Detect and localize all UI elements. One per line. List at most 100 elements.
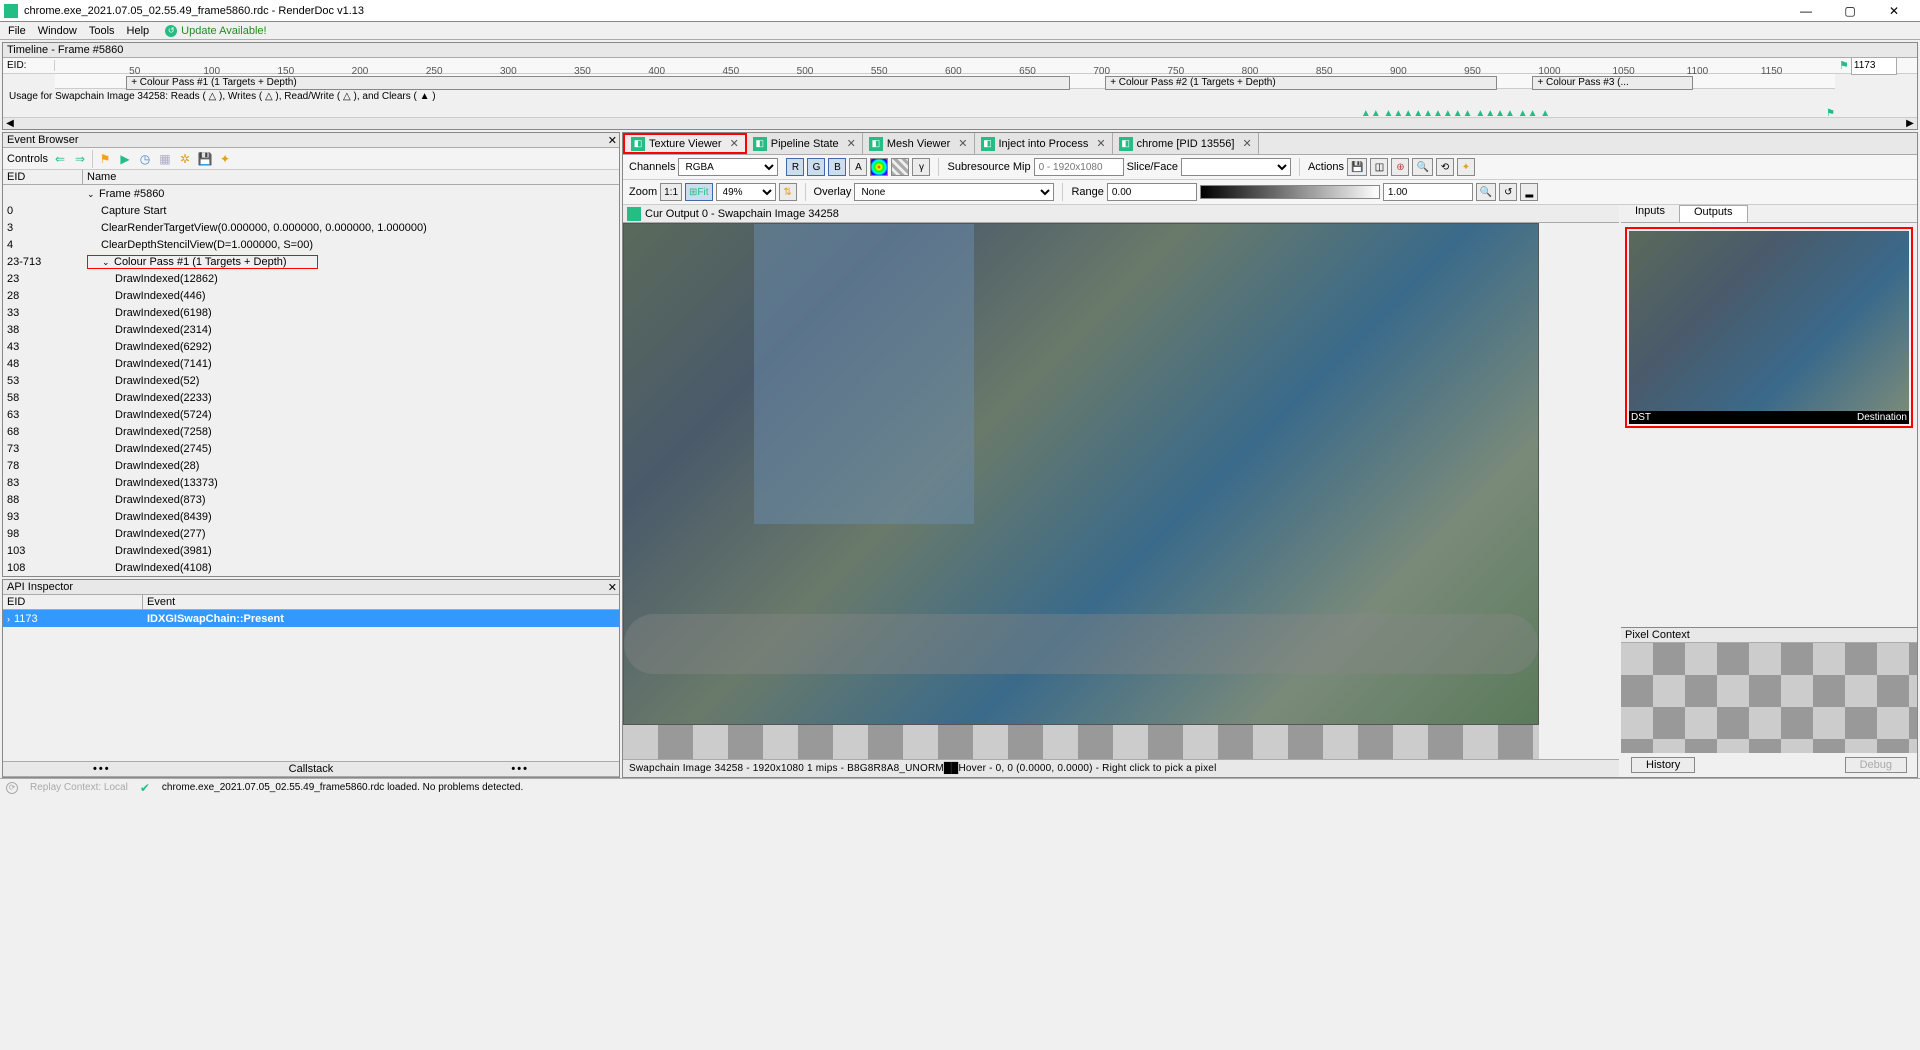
debug-button[interactable]: Debug [1845, 757, 1907, 773]
mip-input[interactable] [1034, 158, 1124, 176]
event-row[interactable]: 103DrawIndexed(3981) [3, 542, 619, 559]
goto-icon[interactable]: ⊕ [1391, 158, 1409, 176]
event-row[interactable]: 73DrawIndexed(2745) [3, 440, 619, 457]
current-output-bar[interactable]: Cur Output 0 - Swapchain Image 34258 [623, 205, 1619, 223]
api-callstack-bar[interactable]: ••• Callstack ••• [3, 761, 619, 777]
api-col-event[interactable]: Event [143, 595, 619, 609]
play-icon[interactable]: ▶ [117, 151, 133, 167]
col-eid-header[interactable]: EID [3, 170, 83, 184]
event-row[interactable]: 23-713⌄Colour Pass #1 (1 Targets + Depth… [3, 253, 619, 270]
event-row[interactable]: 28DrawIndexed(446) [3, 287, 619, 304]
expand-icon[interactable]: › [7, 614, 10, 624]
doc-tab[interactable]: ◧chrome [PID 13556]✕ [1113, 133, 1259, 154]
gamma-icon[interactable]: γ [912, 158, 930, 176]
history-button[interactable]: History [1631, 757, 1695, 773]
event-row[interactable]: 78DrawIndexed(28) [3, 457, 619, 474]
scroll-left-icon[interactable]: ◀ [3, 118, 17, 129]
timeline-bar[interactable]: + Colour Pass #3 (... [1532, 76, 1692, 90]
event-row[interactable]: 53DrawIndexed(52) [3, 372, 619, 389]
doc-tab[interactable]: ◧Pipeline State✕ [747, 133, 863, 154]
save-icon[interactable]: 💾 [197, 151, 213, 167]
range-slider[interactable] [1200, 185, 1380, 199]
menu-help[interactable]: Help [123, 24, 154, 38]
update-available[interactable]: ↺ Update Available! [165, 25, 266, 37]
tab-inputs[interactable]: Inputs [1621, 205, 1679, 222]
event-row[interactable]: 43DrawIndexed(6292) [3, 338, 619, 355]
tab-close-icon[interactable]: ✕ [1242, 137, 1251, 150]
pixel-context-body[interactable] [1621, 643, 1917, 753]
expander-icon[interactable]: ⌄ [87, 189, 97, 200]
doc-tab[interactable]: ◧Mesh Viewer✕ [863, 133, 975, 154]
open-texture-icon[interactable]: ◫ [1370, 158, 1388, 176]
overlay-combo[interactable]: None [854, 183, 1054, 201]
tab-close-icon[interactable]: ✕ [730, 137, 739, 150]
event-row[interactable]: 88DrawIndexed(873) [3, 491, 619, 508]
next-event-icon[interactable]: ⇒ [72, 151, 88, 167]
event-row[interactable]: 93DrawIndexed(8439) [3, 508, 619, 525]
event-row[interactable]: ⌄Frame #5860 [3, 185, 619, 202]
scroll-thumb[interactable] [17, 118, 1903, 129]
histogram-icon[interactable]: ▂ [1520, 183, 1538, 201]
autofit-icon[interactable]: 🔍 [1476, 183, 1496, 201]
col-name-header[interactable]: Name [83, 170, 619, 184]
zoom-11-button[interactable]: 1:1 [660, 183, 682, 201]
event-row[interactable]: 63DrawIndexed(5724) [3, 406, 619, 423]
event-row[interactable]: 38DrawIndexed(2314) [3, 321, 619, 338]
doc-tab[interactable]: ◧Inject into Process✕ [975, 133, 1113, 154]
range-min-input[interactable] [1107, 183, 1197, 201]
timeline-bar[interactable]: + Colour Pass #2 (1 Targets + Depth) [1105, 76, 1497, 90]
output-thumbnail[interactable]: DST Destination [1625, 227, 1913, 428]
tab-close-icon[interactable]: ✕ [958, 137, 967, 150]
zoom-pct-combo[interactable]: 49% [716, 183, 776, 201]
flip-icon[interactable]: ⇅ [779, 183, 797, 201]
select-icon[interactable]: ▦ [157, 151, 173, 167]
scroll-right-icon[interactable]: ▶ [1903, 118, 1917, 129]
api-inspector-close-icon[interactable]: ✕ [608, 581, 617, 594]
event-row[interactable]: 33DrawIndexed(6198) [3, 304, 619, 321]
menu-window[interactable]: Window [34, 24, 81, 38]
event-row[interactable]: 23DrawIndexed(12862) [3, 270, 619, 287]
settings-icon[interactable]: ✲ [177, 151, 193, 167]
zoom-fit-button[interactable]: ⊞Fit [685, 183, 713, 201]
reset-range-icon[interactable]: ↺ [1499, 183, 1517, 201]
range-max-input[interactable] [1383, 183, 1473, 201]
tab-close-icon[interactable]: ✕ [1096, 137, 1105, 150]
texture-image-area[interactable] [623, 223, 1619, 759]
event-row[interactable]: 98DrawIndexed(277) [3, 525, 619, 542]
goto-flag-icon[interactable]: ⚑ [1839, 59, 1849, 72]
api-col-eid[interactable]: EID [3, 595, 143, 609]
event-browser-close-icon[interactable]: ✕ [608, 134, 617, 147]
event-row[interactable]: 4ClearDepthStencilView(D=1.000000, S=00) [3, 236, 619, 253]
event-row[interactable]: 83DrawIndexed(13373) [3, 474, 619, 491]
event-row[interactable]: 0Capture Start [3, 202, 619, 219]
event-row[interactable]: 108DrawIndexed(4108) [3, 559, 619, 576]
channel-b-button[interactable]: B [828, 158, 846, 176]
star-icon[interactable]: ✦ [217, 151, 233, 167]
doc-tab[interactable]: ◧Texture Viewer✕ [623, 133, 747, 154]
channels-combo[interactable]: RGBA [678, 158, 778, 176]
channel-a-button[interactable]: A [849, 158, 867, 176]
bookmark-icon[interactable]: ⚑ [97, 151, 113, 167]
goto-eid-input[interactable] [1851, 57, 1897, 75]
event-row[interactable]: 3ClearRenderTargetView(0.000000, 0.00000… [3, 219, 619, 236]
alpha-checker-icon[interactable] [891, 158, 909, 176]
timeline-bar[interactable]: + Colour Pass #1 (1 Targets + Depth) [126, 76, 1069, 90]
star-action-icon[interactable]: ✦ [1457, 158, 1475, 176]
link-icon[interactable]: ⟲ [1436, 158, 1454, 176]
event-row[interactable]: 58DrawIndexed(2233) [3, 389, 619, 406]
event-row[interactable]: 68DrawIndexed(7258) [3, 423, 619, 440]
expander-icon[interactable]: ⌄ [102, 257, 112, 268]
channel-r-button[interactable]: R [786, 158, 804, 176]
tab-close-icon[interactable]: ✕ [847, 137, 856, 150]
close-button[interactable]: ✕ [1872, 1, 1916, 21]
prev-event-icon[interactable]: ⇐ [52, 151, 68, 167]
api-row[interactable]: ›1173 IDXGISwapChain::Present [3, 610, 619, 627]
minimize-button[interactable]: — [1784, 1, 1828, 21]
timeline-bars[interactable]: + Colour Pass #1 (1 Targets + Depth) + Co… [55, 74, 1835, 89]
maximize-button[interactable]: ▢ [1828, 1, 1872, 21]
save-texture-icon[interactable]: 💾 [1347, 158, 1367, 176]
tab-outputs[interactable]: Outputs [1679, 205, 1748, 222]
replay-icon[interactable]: ⟳ [6, 782, 18, 794]
menu-file[interactable]: File [4, 24, 30, 38]
channel-g-button[interactable]: G [807, 158, 825, 176]
